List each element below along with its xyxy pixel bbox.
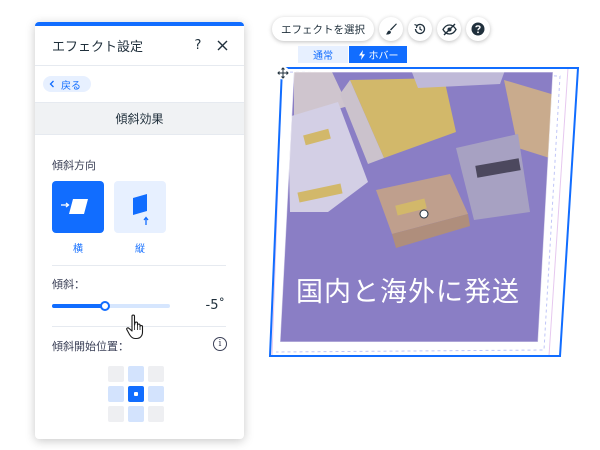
brush-icon — [385, 23, 397, 35]
back-row: 戻る — [35, 66, 244, 103]
origin-middle-right[interactable] — [148, 386, 164, 402]
effect-settings-panel: エフェクト設定 ? 戻る 傾斜効果 傾斜方向 横 縦 傾斜： -5˚ 傾斜開始位… — [35, 22, 244, 439]
hide-eye-icon — [441, 23, 457, 35]
skew-value[interactable]: -5˚ — [185, 298, 225, 313]
tab-normal[interactable]: 通常 — [298, 46, 348, 63]
tab-hover[interactable]: ホバー — [349, 46, 407, 63]
direction-vertical-label: 縦 — [135, 244, 145, 255]
reset-history-button[interactable] — [408, 17, 432, 41]
help-toolbar-button[interactable] — [466, 17, 490, 41]
origin-bottom-right[interactable] — [148, 406, 164, 422]
select-effect-button[interactable]: エフェクトを選択 — [272, 17, 374, 41]
slider-thumb[interactable] — [100, 301, 111, 311]
origin-bottom-center[interactable] — [128, 406, 144, 422]
skew-origin-label: 傾斜開始位置： — [52, 340, 129, 353]
origin-center[interactable] — [128, 386, 144, 402]
vertical-skew-icon — [133, 194, 149, 225]
skew-slider[interactable] — [52, 301, 170, 311]
skew-direction-label: 傾斜方向 — [52, 159, 96, 172]
help-button[interactable]: ? — [190, 38, 206, 54]
help-icon — [471, 22, 485, 36]
close-icon — [217, 40, 227, 51]
origin-bottom-left[interactable] — [108, 406, 124, 422]
skewed-image-element[interactable] — [268, 62, 580, 360]
close-button[interactable] — [214, 38, 230, 54]
divider — [52, 265, 226, 266]
direction-horizontal-option[interactable] — [52, 181, 104, 233]
panel-title: エフェクト設定 — [52, 40, 144, 55]
back-label: 戻る — [61, 80, 81, 92]
panel-header: エフェクト設定 ? — [35, 26, 244, 66]
origin-top-right[interactable] — [148, 366, 164, 382]
design-button[interactable] — [379, 17, 403, 41]
hand-pointer-icon — [126, 314, 144, 340]
info-icon[interactable]: i — [213, 337, 227, 351]
origin-top-left[interactable] — [108, 366, 124, 382]
tab-hover-label: ホバー — [368, 51, 399, 62]
direction-vertical-option[interactable] — [114, 181, 166, 233]
overlay-heading: 国内と海外に発送 — [296, 277, 520, 308]
chevron-left-icon — [49, 80, 54, 88]
horizontal-skew-icon — [61, 199, 88, 214]
origin-position-grid — [108, 366, 164, 422]
lightning-icon — [358, 49, 365, 60]
reset-history-icon — [414, 23, 426, 35]
move-handle-icon[interactable] — [276, 66, 290, 80]
direction-horizontal-label: 横 — [73, 244, 83, 255]
back-button[interactable]: 戻る — [43, 76, 91, 92]
element-toolbar: エフェクトを選択 — [272, 17, 490, 41]
origin-middle-left[interactable] — [108, 386, 124, 402]
hide-button[interactable] — [437, 17, 461, 41]
slider-fill — [52, 304, 106, 308]
section-title: 傾斜効果 — [35, 103, 244, 135]
skew-label: 傾斜： — [52, 278, 85, 291]
origin-top-center[interactable] — [128, 366, 144, 382]
